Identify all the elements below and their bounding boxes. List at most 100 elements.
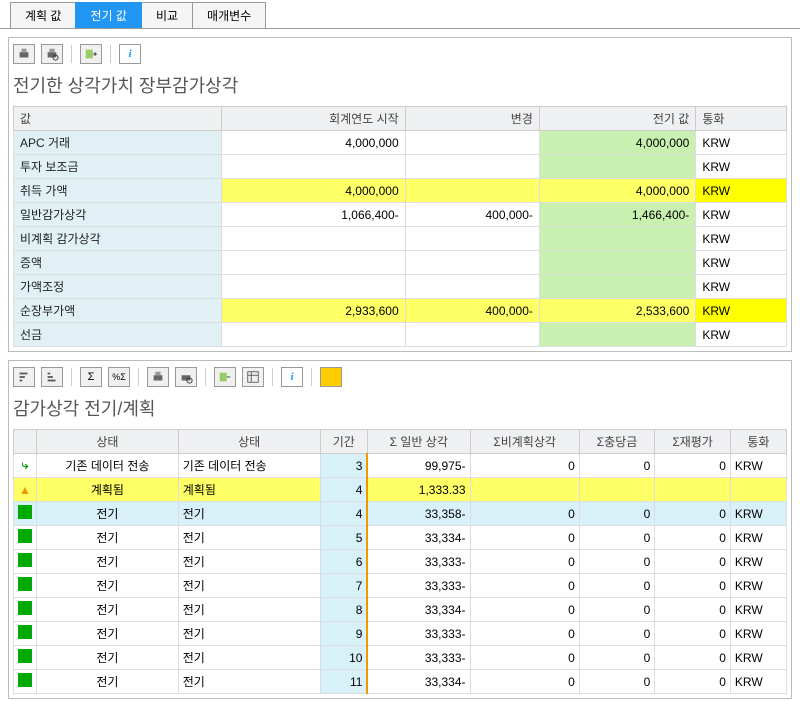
col-header[interactable]: 상태	[37, 430, 179, 454]
print-icon[interactable]	[13, 44, 35, 64]
layout-icon[interactable]	[242, 367, 264, 387]
table-row[interactable]: 비계획 감가상각KRW	[14, 227, 787, 251]
status-icon	[14, 622, 37, 646]
cell: KRW	[696, 203, 787, 227]
lower-toolbar: Σ %Σ i	[13, 365, 787, 393]
table-row[interactable]: ⤷기존 데이터 전송기존 데이터 전송399,975-000KRW	[14, 454, 787, 478]
table-row[interactable]: 순장부가액2,933,600400,000-2,533,600KRW	[14, 299, 787, 323]
cell: KRW	[730, 574, 786, 598]
cell: 0	[655, 622, 731, 646]
table-row[interactable]: APC 거래4,000,0004,000,000KRW	[14, 131, 787, 155]
cell: 4	[320, 502, 367, 526]
table-row[interactable]: 가액조정KRW	[14, 275, 787, 299]
table-row[interactable]: 선금KRW	[14, 323, 787, 347]
table-row[interactable]: 투자 보조금KRW	[14, 155, 787, 179]
table-row[interactable]: 전기전기833,334-000KRW	[14, 598, 787, 622]
table-row[interactable]: 증액KRW	[14, 251, 787, 275]
table-row[interactable]: 전기전기1033,333-000KRW	[14, 646, 787, 670]
col-header[interactable]: 통화	[696, 107, 787, 131]
col-header[interactable]: 상태	[178, 430, 320, 454]
print-preview-icon[interactable]	[175, 367, 197, 387]
cell: 1,066,400-	[222, 203, 406, 227]
divider	[71, 45, 72, 63]
table-row[interactable]: 일반감가상각1,066,400-400,000-1,466,400-KRW	[14, 203, 787, 227]
col-header[interactable]	[14, 430, 37, 454]
col-header[interactable]: Σ충당금	[579, 430, 655, 454]
cell: 전기	[37, 646, 179, 670]
cell: 0	[655, 574, 731, 598]
status-icon: ▲	[14, 478, 37, 502]
table-row[interactable]: 전기전기733,333-000KRW	[14, 574, 787, 598]
cell: 4,000,000	[539, 179, 695, 203]
col-header[interactable]: 변경	[405, 107, 539, 131]
cell: 전기	[37, 670, 179, 694]
cell: 0	[470, 574, 579, 598]
table-row[interactable]: 취득 가액4,000,0004,000,000KRW	[14, 179, 787, 203]
cell: KRW	[730, 502, 786, 526]
print-preview-icon[interactable]	[41, 44, 63, 64]
lower-title: 감가상각 전기/계획	[13, 393, 787, 429]
cell: 0	[655, 454, 731, 478]
export-icon[interactable]	[80, 44, 102, 64]
cell: 2,933,600	[222, 299, 406, 323]
col-header[interactable]: Σ 일반 상각	[367, 430, 470, 454]
subtotal-icon[interactable]: %Σ	[108, 367, 130, 387]
cell: 전기	[37, 574, 179, 598]
sort-asc-icon[interactable]	[13, 367, 35, 387]
cell: 계획됨	[37, 478, 179, 502]
cell: 33,334-	[367, 598, 470, 622]
info-icon[interactable]: i	[119, 44, 141, 64]
table-row[interactable]: 전기전기933,333-000KRW	[14, 622, 787, 646]
info-icon[interactable]: i	[281, 367, 303, 387]
cell: 99,975-	[367, 454, 470, 478]
col-header[interactable]: 통화	[730, 430, 786, 454]
cell: 1,333.33	[367, 478, 470, 502]
col-header[interactable]: 전기 값	[539, 107, 695, 131]
tab-compare[interactable]: 비교	[141, 2, 193, 28]
cell: 2,533,600	[539, 299, 695, 323]
export-icon[interactable]	[214, 367, 236, 387]
cell: 0	[579, 454, 655, 478]
col-header[interactable]: 회계연도 시작	[222, 107, 406, 131]
col-header[interactable]: Σ비계획상각	[470, 430, 579, 454]
cell: 33,333-	[367, 622, 470, 646]
cell: 비계획 감가상각	[14, 227, 222, 251]
cell	[539, 275, 695, 299]
sort-desc-icon[interactable]	[41, 367, 63, 387]
cell: 4,000,000	[222, 131, 406, 155]
cell: 400,000-	[405, 299, 539, 323]
table-row[interactable]: 전기전기1133,334-000KRW	[14, 670, 787, 694]
table-row[interactable]: 전기전기433,358-000KRW	[14, 502, 787, 526]
cell: 0	[579, 622, 655, 646]
cell	[222, 251, 406, 275]
sum-icon[interactable]: Σ	[80, 367, 102, 387]
tab-plan[interactable]: 계획 값	[10, 2, 76, 28]
table-row[interactable]: 전기전기533,334-000KRW	[14, 526, 787, 550]
tab-posted[interactable]: 전기 값	[75, 2, 141, 28]
cell	[655, 478, 731, 502]
tab-bar: 계획 값 전기 값 비교 매개변수	[0, 0, 800, 29]
cell	[579, 478, 655, 502]
print-icon[interactable]	[147, 367, 169, 387]
cell: KRW	[730, 622, 786, 646]
col-header[interactable]: 기간	[320, 430, 367, 454]
highlight-icon[interactable]	[320, 367, 342, 387]
tab-params[interactable]: 매개변수	[192, 2, 266, 28]
cell: 증액	[14, 251, 222, 275]
cell: 0	[470, 526, 579, 550]
cell: 0	[470, 454, 579, 478]
cell: 전기	[37, 526, 179, 550]
col-header[interactable]: 값	[14, 107, 222, 131]
cell	[405, 275, 539, 299]
cell: 기존 데이터 전송	[178, 454, 320, 478]
cell	[222, 227, 406, 251]
cell: 전기	[178, 526, 320, 550]
status-icon	[14, 646, 37, 670]
table-row[interactable]: 전기전기633,333-000KRW	[14, 550, 787, 574]
cell: 0	[579, 502, 655, 526]
col-header[interactable]: Σ재평가	[655, 430, 731, 454]
cell: 0	[579, 550, 655, 574]
cell: 1,466,400-	[539, 203, 695, 227]
table-row[interactable]: ▲계획됨계획됨41,333.33	[14, 478, 787, 502]
divider	[138, 368, 139, 386]
